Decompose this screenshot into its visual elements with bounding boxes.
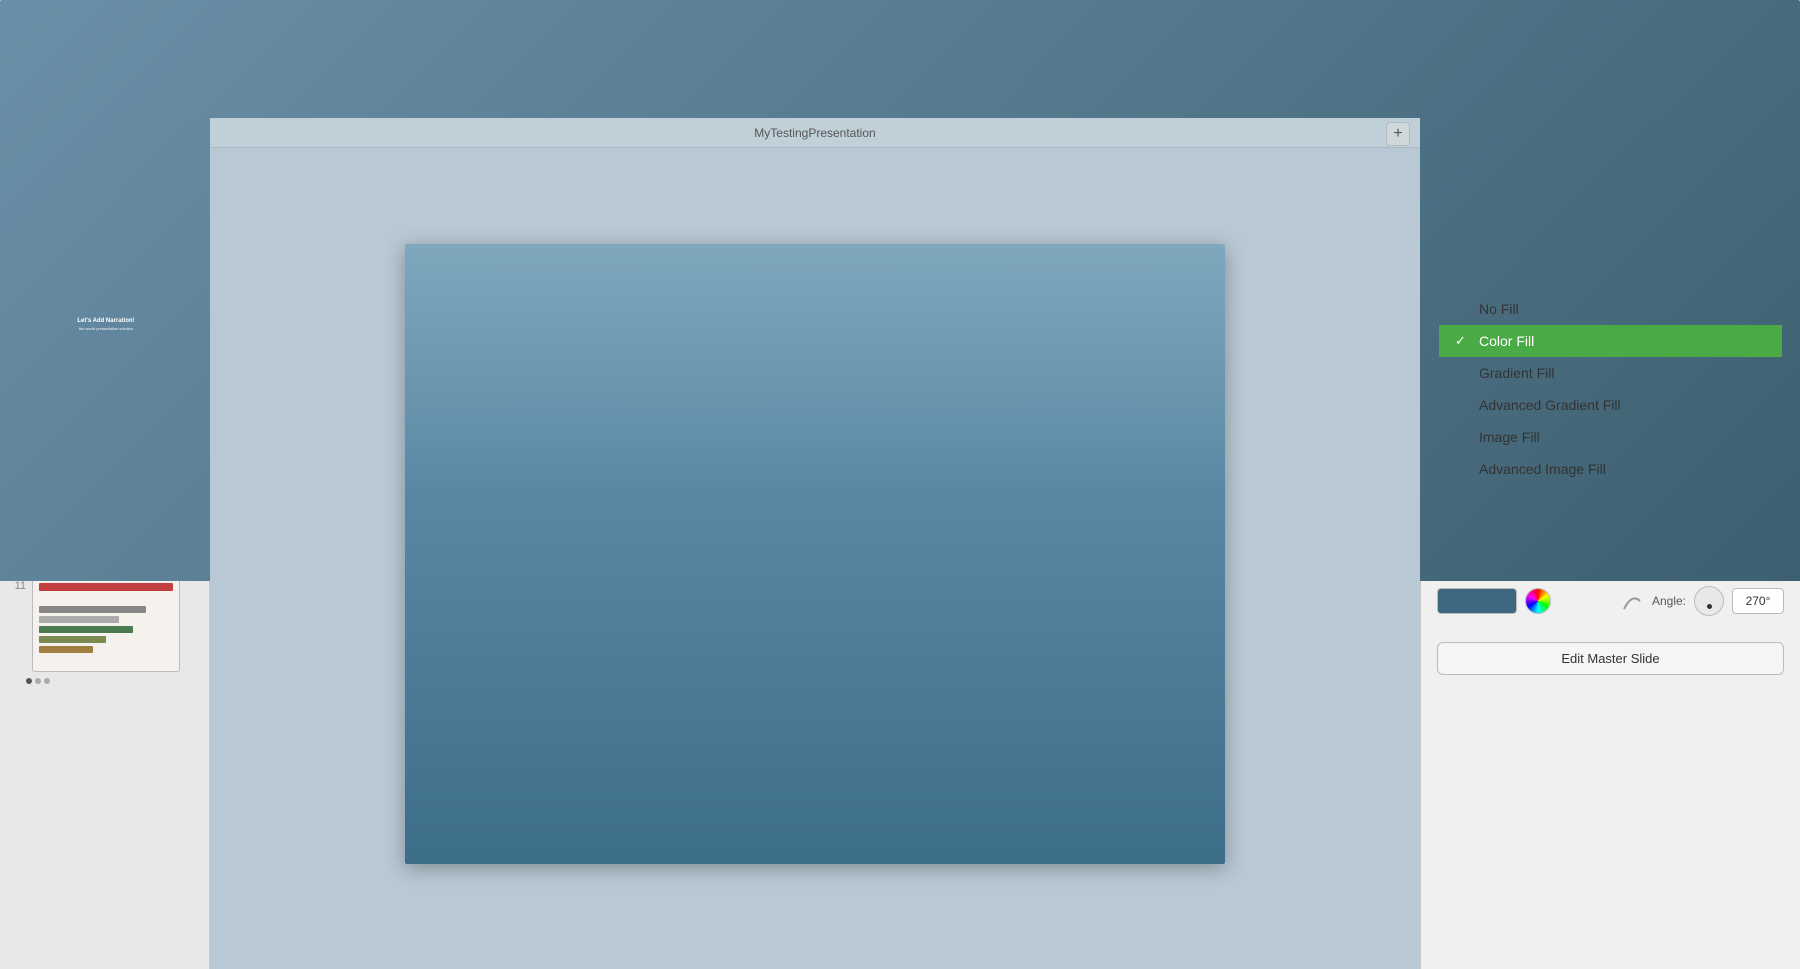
slide-thumbnail-8[interactable]: Let's Add Narration! the world presentat… — [32, 244, 180, 340]
image-fill-label: Image Fill — [1479, 429, 1540, 445]
color-swatch-dark[interactable] — [1437, 588, 1517, 614]
h-bar — [39, 646, 93, 653]
color-row-bottom: Angle: 270° — [1437, 586, 1784, 616]
slide-canvas[interactable] — [405, 244, 1225, 864]
slide-11-dots — [0, 678, 209, 684]
check-icon: ✓ — [1455, 333, 1471, 349]
h-bar — [39, 636, 106, 643]
slide11-title — [39, 583, 173, 591]
color-wheel-button-2[interactable] — [1525, 588, 1551, 614]
presentation-title-bar: MyTestingPresentation — [210, 118, 1420, 148]
curve-icon — [1620, 589, 1644, 613]
fill-type-dropdown[interactable]: ✓ No Fill ✓ Color Fill ✓ Gradient Fill ✓… — [1437, 291, 1784, 487]
angle-label: Angle: — [1652, 594, 1686, 608]
slide8-title: Let's Add Narration! — [77, 318, 134, 324]
slide-thumbnail-11[interactable] — [32, 576, 180, 672]
edit-master-label: Edit Master Slide — [1561, 651, 1659, 666]
angle-value-display[interactable]: 270° — [1732, 588, 1784, 614]
gradient-fill-option[interactable]: ✓ Gradient Fill — [1439, 357, 1782, 389]
angle-dot — [1707, 604, 1712, 609]
gradient-fill-label: Gradient Fill — [1479, 365, 1554, 381]
angle-dial[interactable] — [1694, 586, 1724, 616]
slide-number-11: 11 — [8, 580, 26, 592]
list-item[interactable]: 8 Let's Add Narration! the world present… — [0, 240, 209, 344]
advanced-image-fill-option[interactable]: ✓ Advanced Image Fill — [1439, 453, 1782, 485]
add-icon: + — [1393, 125, 1402, 143]
advanced-image-fill-label: Advanced Image Fill — [1479, 461, 1606, 477]
slide-panel: 7 8 Let's Add Narration! the world prese… — [0, 118, 210, 969]
image-fill-option[interactable]: ✓ Image Fill — [1439, 421, 1782, 453]
no-fill-label: No Fill — [1479, 301, 1519, 317]
angle-value: 270° — [1746, 594, 1771, 608]
dot — [26, 678, 32, 684]
h-bar — [39, 626, 133, 633]
color-fill-option[interactable]: ✓ Color Fill — [1439, 325, 1782, 357]
add-slide-plus-button[interactable]: + — [1386, 122, 1410, 146]
h-bar — [39, 606, 146, 613]
h-bar — [39, 616, 119, 623]
advanced-gradient-fill-option[interactable]: ✓ Advanced Gradient Fill — [1439, 389, 1782, 421]
list-item[interactable]: 11 — [0, 572, 209, 676]
slide11-chart — [39, 606, 173, 653]
color-fill-label: Color Fill — [1479, 333, 1534, 349]
slide8-subtitle: the world presentation solution — [79, 326, 133, 331]
angle-section: Angle: 270° — [1652, 586, 1784, 616]
canvas-area[interactable]: MyTestingPresentation + — [210, 118, 1420, 969]
edit-master-slide-button[interactable]: Edit Master Slide — [1437, 642, 1784, 675]
advanced-gradient-fill-label: Advanced Gradient Fill — [1479, 397, 1621, 413]
main-area: 7 8 Let's Add Narration! the world prese… — [0, 118, 1800, 969]
dot — [35, 678, 41, 684]
no-fill-option[interactable]: ✓ No Fill — [1439, 293, 1782, 325]
dot — [44, 678, 50, 684]
presentation-name: MyTestingPresentation — [754, 126, 875, 140]
